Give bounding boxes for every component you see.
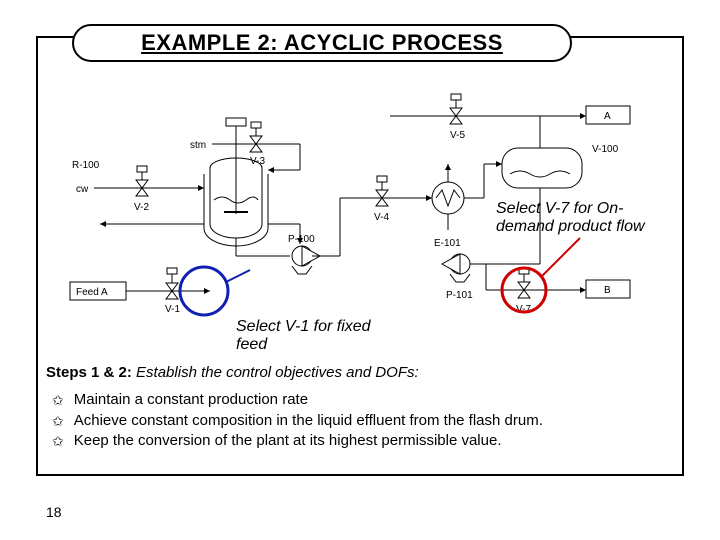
label-stm: stm — [190, 140, 206, 151]
bullet-item: ✩Keep the conversion of the plant at its… — [52, 432, 682, 451]
label-feed-a: Feed A — [76, 287, 108, 298]
label-v3: V-3 — [250, 156, 265, 167]
page-number: 18 — [46, 504, 62, 520]
label-p100: P-100 — [288, 234, 315, 245]
label-stream-a: A — [604, 111, 611, 122]
label-v1: V-1 — [165, 304, 180, 315]
valve-v1-icon — [166, 268, 178, 299]
hx-e101-icon — [432, 164, 464, 230]
title-container: EXAMPLE 2: ACYCLIC PROCESS — [72, 24, 572, 62]
label-v100: V-100 — [592, 144, 619, 155]
label-stream-b: B — [604, 285, 611, 296]
bullet-item: ✩Achieve constant composition in the liq… — [52, 412, 682, 431]
star-icon: ✩ — [52, 391, 64, 410]
label-r100: R-100 — [72, 160, 100, 171]
process-diagram: Feed A V-1 R-1 — [40, 64, 680, 324]
valve-v5-icon — [450, 94, 462, 124]
valve-v2-icon — [136, 166, 148, 196]
pump-p100-icon — [292, 246, 320, 274]
valve-v7-icon — [518, 268, 530, 298]
star-icon: ✩ — [52, 432, 64, 451]
label-cw: cw — [76, 184, 89, 195]
annotation-v1: Select V-1 for fixed feed — [236, 318, 406, 355]
pump-p101-icon — [442, 254, 470, 282]
label-v4: V-4 — [374, 212, 389, 223]
star-icon: ✩ — [52, 412, 64, 431]
drum-v100-icon — [502, 148, 582, 188]
label-v5: V-5 — [450, 130, 465, 141]
steps-rest: Establish the control objectives and DOF… — [132, 364, 419, 381]
body-text: Steps 1 & 2: Establish the control objec… — [46, 364, 682, 453]
steps-prefix: Steps 1 & 2: — [46, 364, 132, 381]
slide-title: EXAMPLE 2: ACYCLIC PROCESS — [141, 30, 503, 56]
valve-v3-icon — [250, 122, 262, 152]
label-e101: E-101 — [434, 238, 461, 249]
label-v2: V-2 — [134, 202, 149, 213]
valve-v4-icon — [376, 176, 388, 206]
annotation-v7: Select V-7 for On-demand product flow — [496, 200, 666, 237]
label-p101: P-101 — [446, 290, 473, 301]
bullet-item: ✩Maintain a constant production rate — [52, 391, 682, 410]
